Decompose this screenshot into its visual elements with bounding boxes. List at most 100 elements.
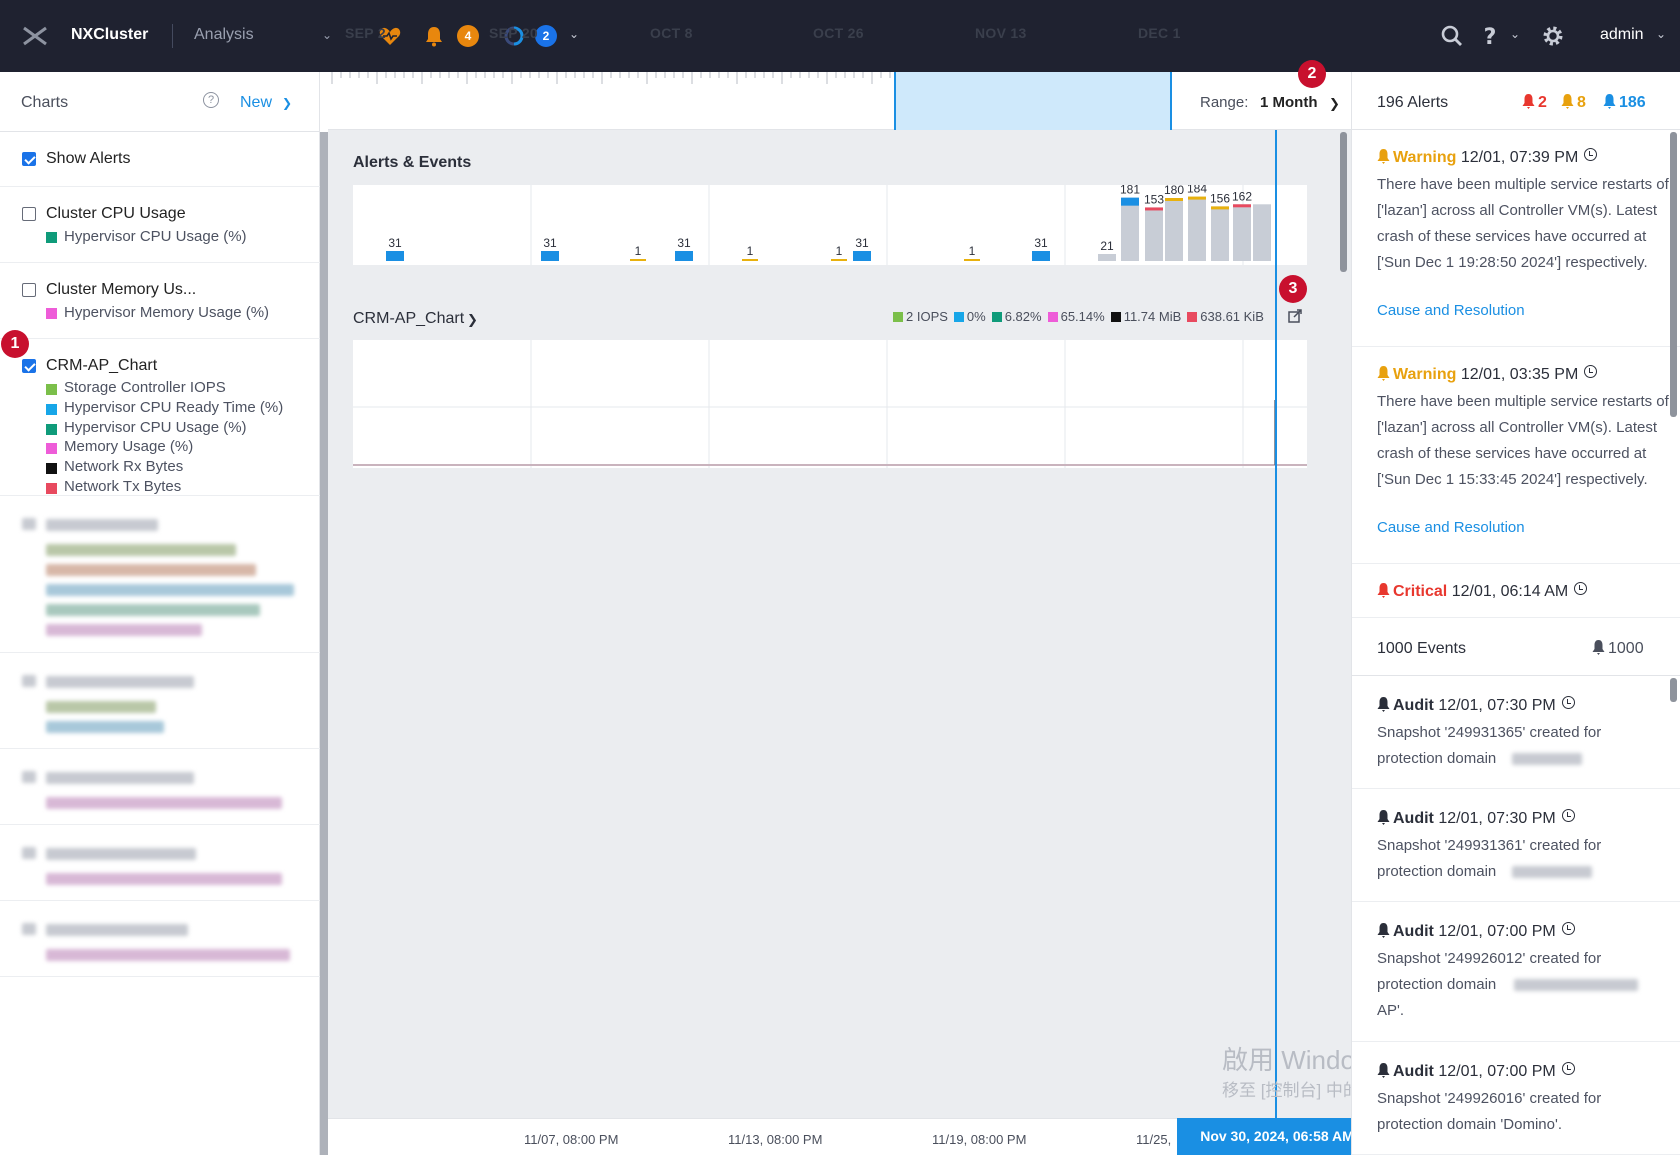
chevron-down-icon[interactable]: ⌄: [1510, 27, 1520, 41]
event-item[interactable]: Audit 12/01, 07:00 PM Snapshot '24992601…: [1352, 1042, 1680, 1155]
chevron-down-icon[interactable]: ❯: [1329, 96, 1340, 112]
bar-value-label: 162: [1232, 189, 1252, 203]
info-bell-icon: [1603, 94, 1616, 109]
chart-title[interactable]: CRM-AP_Chart: [46, 357, 157, 375]
legend-value: 638.61 KiB: [1200, 309, 1264, 324]
search-icon[interactable]: [1440, 24, 1464, 48]
event-bar[interactable]: [1098, 254, 1116, 261]
cause-resolution-link[interactable]: Cause and Resolution: [1377, 519, 1525, 536]
event-bar[interactable]: [386, 251, 404, 261]
event-bar[interactable]: [742, 259, 758, 261]
redacted-checkbox[interactable]: [22, 923, 36, 935]
events-scrollbar[interactable]: [1670, 678, 1677, 702]
clock-icon: [1584, 365, 1598, 378]
warning-count[interactable]: 8: [1561, 94, 1586, 112]
chevron-down-icon[interactable]: ⌄: [322, 28, 332, 42]
chevron-down-icon[interactable]: ❯: [467, 312, 478, 328]
info-count[interactable]: 186: [1603, 94, 1646, 112]
redacted-checkbox[interactable]: [22, 518, 36, 530]
chevron-down-icon[interactable]: ⌄: [569, 27, 579, 41]
crm-chart[interactable]: [353, 340, 1307, 468]
alerts-events-chart[interactable]: 31 31 1 31 1 1 31 1 31 21 181 153180 184156 162: [353, 185, 1307, 265]
critical-count[interactable]: 2: [1522, 94, 1547, 112]
cluster-name[interactable]: NXCluster: [71, 26, 148, 44]
legend-item[interactable]: 6.82%: [991, 309, 1042, 324]
event-item[interactable]: Audit 12/01, 07:30 PM Snapshot '24993136…: [1352, 676, 1680, 789]
warning-bell-icon: [1377, 366, 1390, 381]
legend-item[interactable]: 638.61 KiB: [1187, 309, 1264, 324]
event-bar[interactable]: [1211, 206, 1229, 261]
nav-page-selector[interactable]: Analysis: [194, 26, 254, 44]
cause-resolution-link[interactable]: Cause and Resolution: [1377, 302, 1525, 319]
new-chart-button[interactable]: New: [240, 94, 272, 112]
metric-label: Network Tx Bytes: [64, 478, 182, 495]
redacted-checkbox[interactable]: [22, 771, 36, 783]
alerts-scrollbar[interactable]: [1670, 132, 1677, 417]
redacted-checkbox[interactable]: [22, 847, 36, 859]
gear-icon[interactable]: [1541, 24, 1565, 48]
event-bar[interactable]: [1121, 197, 1139, 261]
help-icon[interactable]: ?: [1478, 24, 1502, 48]
alert-time: 12/01, 06:14 AM: [1451, 583, 1569, 600]
alerts-header: 196 Alerts 2 8 186: [1352, 72, 1680, 130]
alert-bell-icon[interactable]: [422, 24, 446, 48]
chart-checkbox[interactable]: [22, 359, 36, 373]
canvas-scrollbar[interactable]: [1340, 132, 1347, 272]
event-bar[interactable]: [964, 259, 980, 261]
event-item[interactable]: Audit 12/01, 07:30 PM Snapshot '24993136…: [1352, 789, 1680, 902]
event-bar[interactable]: [1233, 204, 1251, 261]
event-bar[interactable]: [630, 259, 646, 261]
chart-title[interactable]: Cluster CPU Usage: [46, 205, 186, 223]
redacted-checkbox[interactable]: [22, 675, 36, 687]
time-cursor-label[interactable]: Nov 30, 2024, 06:58 AM: [1177, 1118, 1377, 1155]
annotation-callout-1: 1: [1, 330, 29, 358]
legend-item[interactable]: 11.74 MiB: [1110, 309, 1181, 324]
alert-item[interactable]: Warning 12/01, 07:39 PM There have been …: [1352, 130, 1680, 347]
crm-chart-title[interactable]: CRM-AP_Chart: [353, 310, 464, 328]
alert-item[interactable]: Critical 12/01, 06:14 AM: [1352, 564, 1680, 618]
events-count-title[interactable]: 1000 Events: [1377, 640, 1466, 658]
range-value[interactable]: 1 Month: [1260, 94, 1318, 111]
redacted-title[interactable]: [46, 519, 158, 531]
redacted-title[interactable]: [46, 848, 196, 860]
redacted-title[interactable]: [46, 772, 194, 784]
charts-panel-scrollbar[interactable]: [320, 132, 328, 1155]
show-alerts-checkbox[interactable]: [22, 152, 36, 166]
warning-bell-icon: [1377, 149, 1390, 164]
chevron-down-icon[interactable]: ❯: [282, 96, 292, 110]
event-type: Audit: [1393, 697, 1434, 714]
event-bar[interactable]: [1188, 196, 1206, 261]
chart-checkbox[interactable]: [22, 283, 36, 297]
event-bar[interactable]: [831, 259, 847, 261]
timeline-selection-window[interactable]: [894, 72, 1172, 130]
chart-checkbox[interactable]: [22, 207, 36, 221]
open-external-icon[interactable]: [1288, 309, 1302, 323]
event-bar[interactable]: [675, 251, 693, 261]
event-bar[interactable]: [853, 251, 871, 261]
event-bar-cap: [1145, 207, 1163, 211]
event-bar[interactable]: [1145, 207, 1163, 261]
alert-count-badge[interactable]: 4: [457, 25, 479, 47]
help-icon[interactable]: ?: [203, 92, 219, 108]
task-count-badge[interactable]: 2: [535, 25, 557, 47]
event-bar[interactable]: [541, 251, 559, 261]
redacted-title[interactable]: [46, 924, 188, 936]
alert-item[interactable]: Warning 12/01, 03:35 PM There have been …: [1352, 347, 1680, 564]
event-bar[interactable]: [1253, 204, 1271, 261]
event-bar[interactable]: [1165, 198, 1183, 261]
show-alerts-label[interactable]: Show Alerts: [46, 150, 130, 168]
chart-title[interactable]: Cluster Memory Us...: [46, 281, 196, 299]
events-count[interactable]: 1000: [1592, 640, 1644, 658]
alerts-count-title[interactable]: 196 Alerts: [1377, 94, 1448, 112]
event-item[interactable]: Audit 12/01, 07:00 PM Snapshot '24992601…: [1352, 902, 1680, 1042]
redacted-title[interactable]: [46, 676, 194, 688]
legend-item[interactable]: 65.14%: [1047, 309, 1105, 324]
legend-item[interactable]: 0%: [953, 309, 986, 324]
alert-time: 12/01, 03:35 PM: [1460, 366, 1579, 383]
time-cursor-line[interactable]: [1275, 130, 1277, 1130]
legend-item[interactable]: 2 IOPS: [893, 309, 948, 324]
nutanix-logo-icon[interactable]: [22, 26, 48, 46]
user-menu[interactable]: admin: [1600, 26, 1644, 44]
event-bar[interactable]: [1032, 251, 1050, 261]
chevron-down-icon[interactable]: ⌄: [1656, 27, 1666, 41]
